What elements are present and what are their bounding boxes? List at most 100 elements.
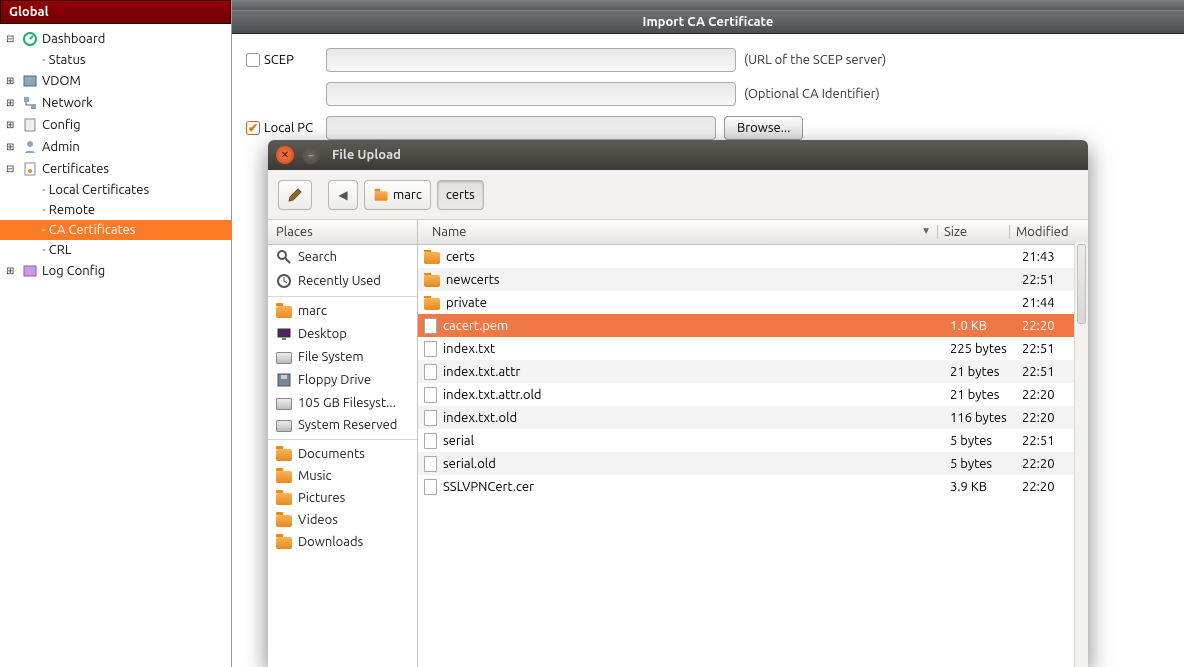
place-search[interactable]: Search [268,245,417,269]
nav-label: Remote [49,203,95,217]
minimize-icon[interactable]: – [302,146,320,164]
place-music[interactable]: Music [268,465,417,487]
path-home-label: marc [393,188,422,202]
home-folder-icon [276,306,292,318]
nav-item-crl[interactable]: -CRL [0,240,231,260]
file-name: serial [443,434,474,448]
optional-ca-input[interactable] [326,82,736,106]
localpc-path-input[interactable] [326,116,716,140]
browse-button[interactable]: Browse... [724,116,803,140]
folder-icon [424,275,440,287]
file-row[interactable]: private21:44 [418,291,1088,314]
place-downloads[interactable]: Downloads [268,531,417,553]
nav-tree: ⊟Dashboard-Status⊞VDOM⊞Network⊞Config⊞Ad… [0,24,231,286]
tree-toggle-icon[interactable]: ⊟ [6,33,18,45]
place-label: Recently Used [298,274,381,288]
place-label: Videos [298,513,338,527]
place-videos[interactable]: Videos [268,509,417,531]
dialog-titlebar[interactable]: ✕ – File Upload [268,140,1088,170]
file-name-cell: serial.old [418,456,946,472]
scrollbar-thumb[interactable] [1077,244,1086,324]
file-row[interactable]: serial.old5 bytes22:20 [418,452,1088,475]
folder-icon [276,493,292,505]
scep-checkbox-label[interactable]: SCEP [246,53,326,67]
nav-item-network[interactable]: ⊞Network [0,92,231,114]
places-header: Places [268,220,417,245]
nav-item-config[interactable]: ⊞ Config [0,114,231,136]
column-size[interactable]: Size [938,225,1010,239]
nav-icon [22,161,38,177]
nav-label: Admin [42,140,80,154]
place-recently-used[interactable]: Recently Used [268,269,417,293]
file-name-cell: newcerts [418,273,946,287]
file-row[interactable]: cacert.pem1.0 KB22:20 [418,314,1088,337]
folder-icon [276,471,292,483]
back-button[interactable]: ◀ [328,180,358,210]
vertical-scrollbar[interactable] [1074,242,1088,667]
tree-toggle-icon[interactable]: ⊞ [6,265,18,277]
file-name: index.txt.attr.old [443,388,541,402]
file-row[interactable]: newcerts22:51 [418,268,1088,291]
nav-item-remote[interactable]: -Remote [0,200,231,220]
place-file-system[interactable]: File System [268,346,417,368]
tree-toggle-icon[interactable]: ⊞ [6,141,18,153]
nav-item-vdom[interactable]: ⊞VDOM [0,70,231,92]
nav-item-admin[interactable]: ⊞ Admin [0,136,231,158]
localpc-label: Local PC [264,121,313,135]
nav-label: Config [42,118,81,132]
place-pictures[interactable]: Pictures [268,487,417,509]
checkbox-empty-icon [246,53,260,67]
file-name-cell: SSLVPNCert.cer [418,479,946,495]
optional-row: (Optional CA Identifier) [246,82,1170,106]
file-row[interactable]: index.txt.old116 bytes22:20 [418,406,1088,429]
scep-url-input[interactable] [326,48,736,72]
path-segment-home[interactable]: marc [364,180,431,210]
place-floppy-drive[interactable]: Floppy Drive [268,368,417,392]
tree-toggle-icon[interactable]: ⊞ [6,97,18,109]
file-row[interactable]: certs21:43 [418,245,1088,268]
folder-icon [424,298,440,310]
file-row[interactable]: index.txt225 bytes22:51 [418,337,1088,360]
tree-toggle-icon[interactable]: ⊞ [6,75,18,87]
dash-icon: - [42,183,46,197]
nav-icon [22,31,38,47]
place-desktop[interactable]: Desktop [268,322,417,346]
file-row[interactable]: serial5 bytes22:51 [418,429,1088,452]
place-system-reserved[interactable]: System Reserved [268,414,417,436]
close-icon[interactable]: ✕ [276,146,294,164]
place-marc[interactable]: marc [268,300,417,322]
column-name[interactable]: Name ▼ [426,225,938,239]
file-row[interactable]: SSLVPNCert.cer3.9 KB22:20 [418,475,1088,498]
file-row[interactable]: index.txt.attr21 bytes22:51 [418,360,1088,383]
nav-item-status[interactable]: -Status [0,50,231,70]
place-label: Downloads [298,535,363,549]
file-size: 5 bytes [946,457,1018,471]
file-list: certs21:43newcerts22:51private21:44cacer… [418,245,1088,498]
column-modified[interactable]: Modified [1010,225,1080,239]
nav-item-dashboard[interactable]: ⊟Dashboard [0,28,231,50]
place-documents[interactable]: Documents [268,443,417,465]
file-size: 21 bytes [946,388,1018,402]
nav-item-certificates[interactable]: ⊟Certificates [0,158,231,180]
path-segment-current[interactable]: certs [437,180,484,210]
file-name-cell: certs [418,250,946,264]
tree-toggle-icon[interactable]: ⊟ [6,163,18,175]
page-title: Import CA Certificate [232,10,1184,34]
file-name-cell: index.txt [418,341,946,357]
clock-icon [276,273,292,289]
file-name: index.txt.attr [443,365,520,379]
main-top-strip [232,0,1184,10]
file-size: 5 bytes [946,434,1018,448]
place-label: marc [298,304,327,318]
place-105-gb-filesyst-[interactable]: 105 GB Filesyst... [268,392,417,414]
dash-icon: - [42,223,46,237]
edit-path-button[interactable] [278,180,312,210]
nav-item-log-config[interactable]: ⊞Log Config [0,260,231,282]
file-row[interactable]: index.txt.attr.old21 bytes22:20 [418,383,1088,406]
nav-item-ca-certificates[interactable]: -CA Certificates [0,220,231,240]
localpc-row: ✔ Local PC Browse... [246,116,1170,140]
file-name-cell: index.txt.attr.old [418,387,946,403]
tree-toggle-icon[interactable]: ⊞ [6,119,18,131]
nav-item-local-certificates[interactable]: -Local Certificates [0,180,231,200]
localpc-checkbox-label[interactable]: ✔ Local PC [246,121,326,135]
